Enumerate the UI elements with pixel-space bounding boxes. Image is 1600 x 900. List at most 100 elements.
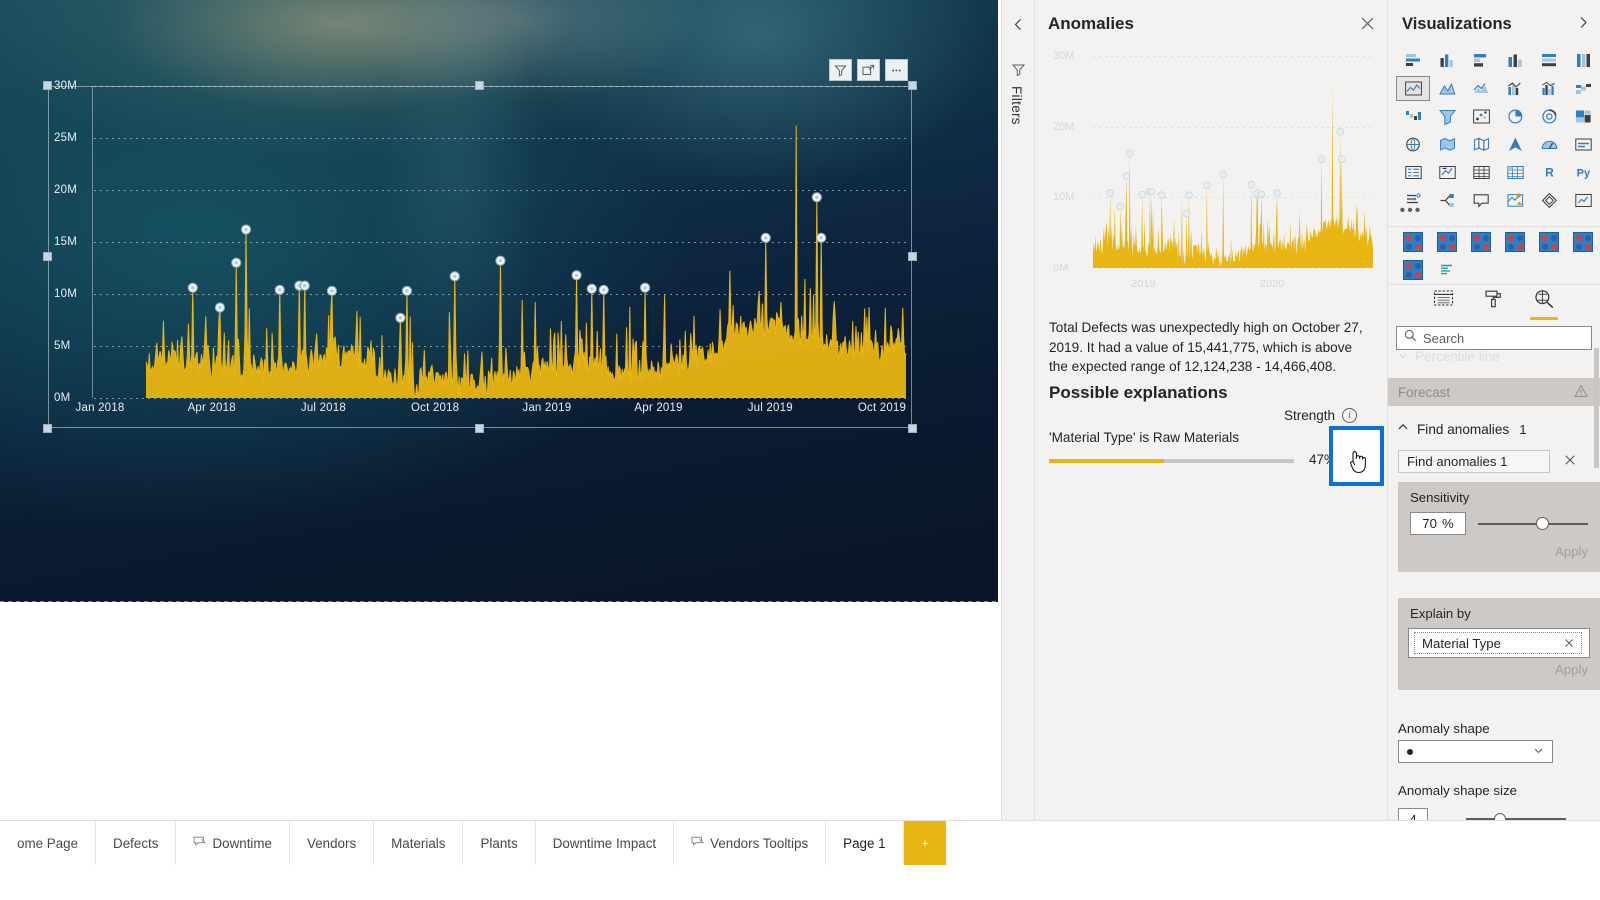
custom-visual-text-icon[interactable] (1430, 258, 1464, 282)
format-pane-tab[interactable] (1484, 289, 1503, 320)
smart-narrative-icon[interactable] (1498, 188, 1532, 213)
line-chart-icon[interactable] (1396, 76, 1430, 101)
percentile-line-row[interactable]: Percentile line (1398, 348, 1593, 364)
line-clustered-column-chart-icon[interactable] (1532, 76, 1566, 101)
stacked-area-chart-icon[interactable] (1464, 76, 1498, 101)
sparkline-y-tick: 20M (1053, 120, 1075, 133)
page-tab-label: ome Page (17, 835, 79, 851)
chevron-down-icon[interactable] (1533, 743, 1544, 761)
explain-by-field-pill[interactable]: Material Type (1414, 632, 1582, 654)
anomaly-shape-select[interactable] (1398, 740, 1553, 763)
sparkline-y-tick: 10M (1053, 191, 1075, 204)
page-tab-defects[interactable]: Defects (96, 821, 177, 865)
pie-chart-icon[interactable] (1498, 104, 1532, 129)
info-icon[interactable]: i (1342, 408, 1357, 423)
plus-icon[interactable] (903, 821, 946, 865)
chevron-up-icon[interactable] (1397, 420, 1409, 438)
page-tab-plants[interactable]: Plants (463, 821, 536, 865)
custom-visual-icon[interactable] (1566, 230, 1600, 254)
explain-by-field-well[interactable]: Material Type (1408, 628, 1590, 658)
report-canvas[interactable]: 0M 5M 10M 15M 20M 25M 30M Jan 2018 Apr 2018 Jul … (0, 0, 1001, 820)
y-axis-tick: 20M (54, 184, 77, 196)
search-input[interactable]: Search (1396, 326, 1592, 350)
arcgis-map-icon[interactable] (1498, 132, 1532, 157)
find-anomalies-section-header[interactable]: Find anomalies 1 (1388, 415, 1600, 443)
explain-by-apply-button[interactable]: Apply (1555, 662, 1588, 677)
page-tab-ome-page[interactable]: ome Page (0, 821, 97, 865)
find-anomalies-count: 1 (1519, 421, 1527, 437)
ribbon-chart-icon[interactable] (1566, 76, 1600, 101)
slicer-icon[interactable] (1464, 160, 1498, 185)
page-tab-downtime[interactable]: Downtime (176, 821, 290, 865)
clustered-column-chart-icon[interactable] (1498, 48, 1532, 73)
analytics-pane-tab[interactable] (1530, 289, 1558, 320)
decomposition-tree-icon[interactable] (1464, 188, 1498, 213)
gauge-icon[interactable] (1532, 132, 1566, 157)
close-icon[interactable] (1360, 16, 1375, 36)
page-tab-materials[interactable]: Materials (374, 821, 464, 865)
page-tab-strip[interactable]: ome Page Defects Downtime Vendors Materials P… (0, 821, 946, 865)
hundred-percent-stacked-column-chart-icon[interactable] (1566, 48, 1600, 73)
sensitivity-apply-button[interactable]: Apply (1555, 544, 1588, 559)
anomaly-shape-size-label: Anomaly shape size (1398, 783, 1517, 798)
forecast-section[interactable]: Forecast (1388, 378, 1600, 406)
multi-row-card-icon[interactable] (1396, 160, 1430, 185)
visual-header-actions[interactable] (829, 59, 908, 81)
custom-visual-icon[interactable] (1396, 230, 1430, 254)
sensitivity-input[interactable]: 70 % (1410, 512, 1466, 535)
stacked-bar-chart-icon[interactable] (1396, 48, 1430, 73)
filters-pane-collapsed[interactable]: Filters (1001, 0, 1035, 820)
page-tab-vendors[interactable]: Vendors (290, 821, 375, 865)
more-options-icon[interactable] (885, 59, 908, 81)
visualizations-title: Visualizations (1402, 14, 1512, 33)
scatter-chart-icon[interactable] (1464, 104, 1498, 129)
matrix-icon[interactable]: R (1532, 160, 1566, 185)
waterfall-chart-icon[interactable] (1396, 104, 1430, 129)
paginated-report-icon[interactable] (1532, 188, 1566, 213)
filter-icon[interactable] (1011, 62, 1026, 82)
table-icon[interactable] (1498, 160, 1532, 185)
focus-mode-icon[interactable] (857, 59, 880, 81)
kpi-icon[interactable] (1430, 160, 1464, 185)
chevron-right-icon[interactable] (1576, 15, 1591, 35)
custom-visual-icon[interactable] (1430, 230, 1464, 254)
close-icon[interactable] (1564, 636, 1574, 651)
page-tab-vendors-tooltips[interactable]: Vendors Tooltips (674, 821, 827, 865)
line-chart-visual[interactable]: 0M 5M 10M 15M 20M 25M 30M Jan 2018 Apr 2018 Jul … (43, 59, 917, 433)
custom-visual-icon[interactable] (1464, 230, 1498, 254)
card-icon[interactable] (1566, 132, 1600, 157)
filters-pane-label: Filters (1009, 86, 1024, 125)
close-icon[interactable] (1564, 453, 1576, 471)
page-tab-downtime-impact[interactable]: Downtime Impact (535, 821, 675, 865)
treemap-icon[interactable] (1566, 104, 1600, 129)
funnel-chart-icon[interactable] (1430, 104, 1464, 129)
filter-icon[interactable] (829, 59, 852, 81)
pane-tabs[interactable] (1388, 286, 1600, 322)
custom-visuals-row[interactable] (1396, 230, 1600, 282)
power-apps-icon[interactable] (1566, 188, 1600, 213)
hundred-percent-stacked-bar-chart-icon[interactable] (1532, 48, 1566, 73)
clustered-bar-chart-icon[interactable] (1464, 48, 1498, 73)
key-influencers-icon[interactable] (1430, 188, 1464, 213)
sensitivity-slider[interactable] (1478, 523, 1588, 525)
r-script-visual-icon[interactable]: Py (1566, 160, 1600, 185)
page-tab-page-1[interactable]: Page 1 (826, 821, 904, 865)
filled-map-icon[interactable] (1430, 132, 1464, 157)
fields-pane-tab[interactable] (1433, 289, 1454, 319)
visualization-type-gallery[interactable]: R Py (1396, 48, 1600, 213)
line-stacked-column-chart-icon[interactable] (1498, 76, 1532, 101)
find-anomalies-item[interactable]: Find anomalies 1 (1398, 450, 1550, 473)
shape-map-icon[interactable] (1464, 132, 1498, 157)
custom-visual-icon[interactable] (1396, 258, 1430, 282)
sensitivity-slider-knob[interactable] (1536, 517, 1549, 530)
custom-visual-icon[interactable] (1532, 230, 1566, 254)
custom-visual-glyph (1437, 232, 1457, 252)
pane-scrollbar[interactable] (1594, 348, 1599, 468)
ellipsis-icon[interactable]: ••• (1396, 198, 1426, 223)
area-chart-icon[interactable] (1430, 76, 1464, 101)
stacked-column-chart-icon[interactable] (1430, 48, 1464, 73)
map-icon[interactable] (1396, 132, 1430, 157)
donut-chart-icon[interactable] (1532, 104, 1566, 129)
chevron-left-icon[interactable] (1010, 16, 1027, 38)
custom-visual-icon[interactable] (1498, 230, 1532, 254)
